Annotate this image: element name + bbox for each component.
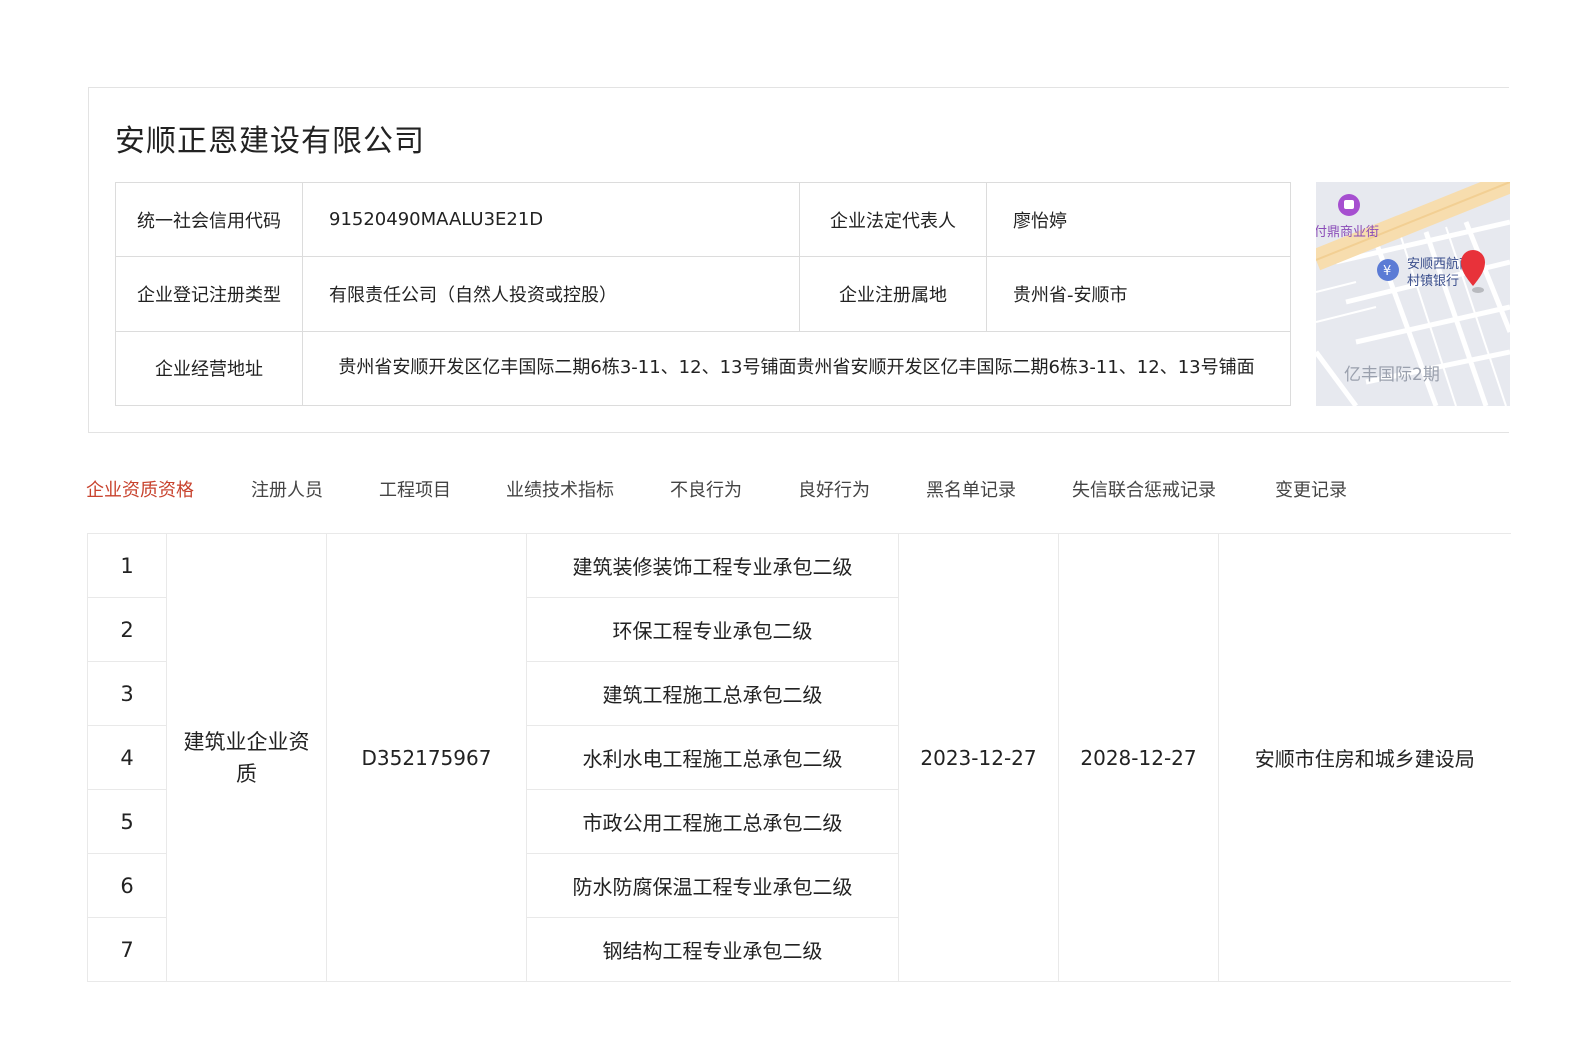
qualification-name: 环保工程专业承包二级 [526,597,899,662]
reg-place-label: 企业注册属地 [799,256,987,332]
expiry-date: 2028-12-27 [1058,533,1219,982]
company-card: 安顺正恩建设有限公司 统一社会信用代码 91520490MAALU3E21D 企… [88,87,1510,433]
qualification-name: 市政公用工程施工总承包二级 [526,789,899,854]
certificate-number: D352175967 [326,533,527,982]
qualification-name: 建筑工程施工总承包二级 [526,661,899,726]
map-poi-icon [1338,194,1360,216]
address-label: 企业经营地址 [115,330,303,407]
map-bank-icon: ¥ [1377,259,1399,281]
info-row: 企业经营地址 贵州省安顺开发区亿丰国际二期6栋3-11、12、13号铺面贵州省安… [115,330,1291,407]
map-label-street: 付鼎商业街 [1316,225,1379,240]
map-label-area: 亿丰国际2期 [1344,365,1440,385]
credit-code-label: 统一社会信用代码 [115,181,303,258]
row-number: 4 [87,725,167,790]
svg-text:¥: ¥ [1383,264,1391,279]
row-number: 2 [87,597,167,662]
row-number: 3 [87,661,167,726]
map-label-bank-2: 村镇银行 [1407,274,1459,289]
tab-change-records[interactable]: 变更记录 [1275,476,1347,502]
location-map[interactable]: 付鼎商业街 ¥ 安顺西航南马 村镇银行 亿丰国际2期 [1316,182,1510,406]
map-canvas: 付鼎商业街 ¥ 安顺西航南马 村镇银行 亿丰国际2期 [1316,182,1510,406]
qualification-name: 水利水电工程施工总承包二级 [526,725,899,790]
qualification-table: 1 建筑业企业资质 D352175967 建筑装修装饰工程专业承包二级 2023… [87,533,1511,982]
row-number: 7 [87,917,167,982]
tab-good-behavior[interactable]: 良好行为 [798,476,870,502]
reg-type-value: 有限责任公司（自然人投资或控股） [302,256,800,332]
page: 安顺正恩建设有限公司 统一社会信用代码 91520490MAALU3E21D 企… [0,0,1572,1048]
info-row: 统一社会信用代码 91520490MAALU3E21D 企业法定代表人 廖怡婷 [115,181,1291,258]
tab-projects[interactable]: 工程项目 [379,476,451,502]
legal-rep-value: 廖怡婷 [986,181,1291,258]
tab-registered-personnel[interactable]: 注册人员 [251,476,323,502]
info-row: 企业登记注册类型 有限责任公司（自然人投资或控股） 企业注册属地 贵州省-安顺市 [115,256,1291,332]
issuing-authority: 安顺市住房和城乡建设局 [1218,533,1511,982]
qualification-name: 钢结构工程专业承包二级 [526,917,899,982]
company-info-table: 统一社会信用代码 91520490MAALU3E21D 企业法定代表人 廖怡婷 … [115,181,1291,407]
qualification-category: 建筑业企业资质 [166,533,327,982]
reg-place-value: 贵州省-安顺市 [986,256,1291,332]
tab-dishonesty-records[interactable]: 失信联合惩戒记录 [1072,476,1216,502]
issue-date: 2023-12-27 [898,533,1059,982]
row-number: 5 [87,789,167,854]
qualification-name: 防水防腐保温工程专业承包二级 [526,853,899,918]
company-name: 安顺正恩建设有限公司 [115,124,425,159]
tab-qualification[interactable]: 企业资质资格 [86,476,194,502]
tab-bad-behavior[interactable]: 不良行为 [670,476,742,502]
credit-code-value: 91520490MAALU3E21D [302,181,800,258]
table-row: 1 建筑业企业资质 D352175967 建筑装修装饰工程专业承包二级 2023… [87,533,1511,982]
tab-blacklist[interactable]: 黑名单记录 [926,476,1016,502]
legal-rep-label: 企业法定代表人 [799,181,987,258]
row-number: 6 [87,853,167,918]
tab-performance-indicators[interactable]: 业绩技术指标 [506,476,614,502]
qualification-name: 建筑装修装饰工程专业承包二级 [526,533,899,598]
address-value: 贵州省安顺开发区亿丰国际二期6栋3-11、12、13号铺面贵州省安顺开发区亿丰国… [302,330,1291,407]
reg-type-label: 企业登记注册类型 [115,256,303,332]
row-number: 1 [87,533,167,598]
